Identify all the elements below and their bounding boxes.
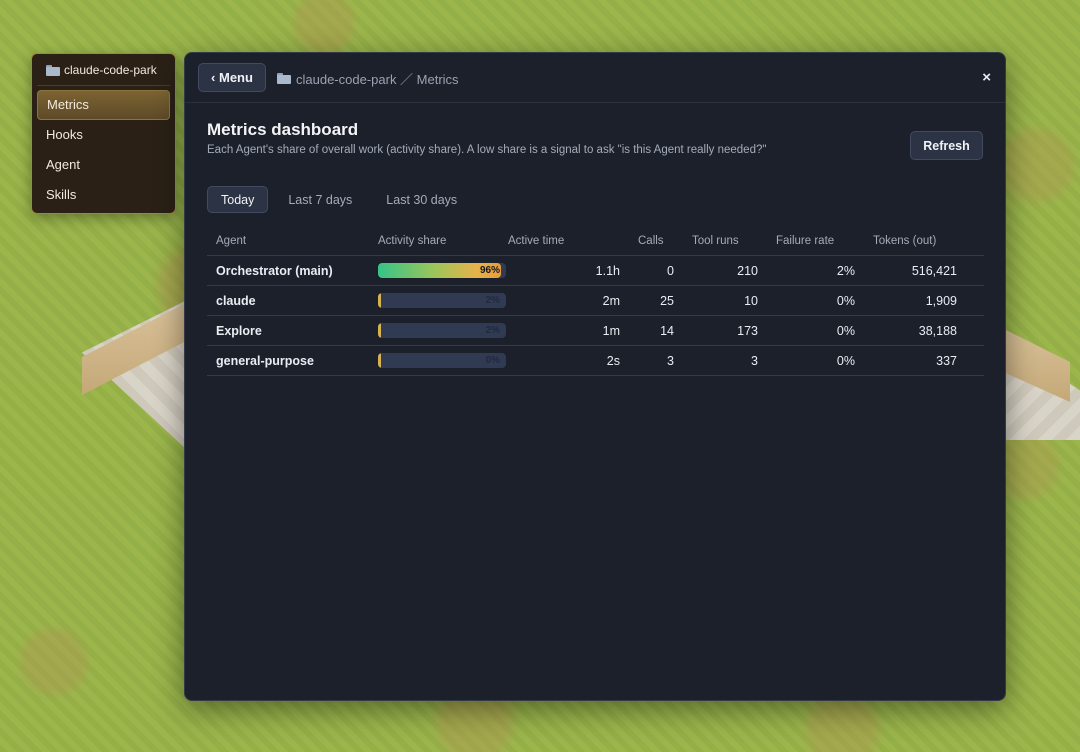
activity-share-fill — [378, 293, 381, 308]
activity-share-bar: 0% — [378, 353, 506, 368]
activity-share-cell: 2% — [369, 293, 506, 308]
activity-share-label: 0% — [485, 355, 500, 366]
activity-share-bar: 2% — [378, 323, 506, 338]
column-header-tokens-out[interactable]: Tokens (out) — [864, 235, 966, 247]
active-time: 1m — [602, 323, 620, 338]
metrics-panel: ‹ Menu claude-code-park ／ Metrics × Metr… — [184, 52, 1006, 701]
column-header-calls[interactable]: Calls — [629, 235, 683, 247]
close-icon[interactable]: × — [982, 69, 991, 87]
metrics-table: Agent Activity share Active time Calls T… — [207, 226, 984, 376]
failure-rate: 2% — [836, 263, 855, 278]
activity-share-label: 96% — [479, 265, 500, 276]
tab-last-7-days[interactable]: Last 7 days — [274, 186, 366, 213]
column-header-activity-share[interactable]: Activity share — [369, 235, 499, 247]
active-time: 1.1h — [595, 263, 620, 278]
folder-icon — [277, 73, 291, 84]
tool-runs: 210 — [737, 263, 758, 278]
tokens-out: 516,421 — [911, 263, 957, 278]
tab-today[interactable]: Today — [207, 186, 269, 213]
page-subtitle: Each Agent's share of overall work (acti… — [207, 144, 767, 156]
tool-runs: 10 — [744, 293, 758, 308]
agent-name: general-purpose — [216, 353, 314, 368]
project-name: claude-code-park — [64, 63, 157, 77]
agent-name: Explore — [216, 323, 262, 338]
column-header-active-time[interactable]: Active time — [499, 235, 629, 247]
breadcrumb: claude-code-park ／ Metrics — [277, 69, 459, 88]
side-menu-header: claude-code-park — [37, 59, 170, 86]
tool-runs: 3 — [751, 353, 758, 368]
activity-share-fill — [378, 323, 381, 338]
tab-last-30-days[interactable]: Last 30 days — [372, 186, 471, 213]
tokens-out: 337 — [936, 353, 957, 368]
tokens-out: 1,909 — [925, 293, 957, 308]
activity-share-cell: 0% — [369, 353, 506, 368]
table-row[interactable]: Explore 2% 1m 14 173 0% 38,188 — [207, 316, 984, 346]
menu-button[interactable]: ‹ Menu — [198, 63, 266, 92]
column-header-tool-runs[interactable]: Tool runs — [683, 235, 767, 247]
activity-share-fill — [378, 353, 381, 368]
activity-share-label: 2% — [485, 325, 500, 336]
table-row[interactable]: general-purpose 0% 2s 3 3 0% 337 — [207, 346, 984, 376]
breadcrumb-text: claude-code-park ／ Metrics — [296, 72, 459, 87]
calls: 0 — [667, 263, 674, 278]
calls: 14 — [660, 323, 674, 338]
calls: 25 — [660, 293, 674, 308]
agent-name: claude — [216, 293, 256, 308]
tool-runs: 173 — [737, 323, 758, 338]
activity-share-cell: 96% — [369, 263, 506, 278]
side-menu-item-metrics[interactable]: Metrics — [37, 90, 170, 120]
failure-rate: 0% — [836, 293, 855, 308]
agent-name: Orchestrator (main) — [216, 263, 333, 278]
activity-share-bar: 2% — [378, 293, 506, 308]
activity-share-label: 2% — [485, 295, 500, 306]
calls: 3 — [667, 353, 674, 368]
table-header: Agent Activity share Active time Calls T… — [207, 226, 984, 256]
side-menu-item-agent[interactable]: Agent — [37, 150, 170, 180]
table-row[interactable]: claude 2% 2m 25 10 0% 1,909 — [207, 286, 984, 316]
panel-topbar: ‹ Menu claude-code-park ／ Metrics × — [185, 53, 1005, 103]
tokens-out: 38,188 — [918, 323, 957, 338]
column-header-failure-rate[interactable]: Failure rate — [767, 235, 864, 247]
failure-rate: 0% — [836, 323, 855, 338]
active-time: 2m — [602, 293, 620, 308]
table-row[interactable]: Orchestrator (main) 96% 1.1h 0 210 2% 51… — [207, 256, 984, 286]
refresh-button[interactable]: Refresh — [910, 131, 983, 160]
activity-share-cell: 2% — [369, 323, 506, 338]
folder-icon — [46, 64, 60, 76]
activity-share-bar: 96% — [378, 263, 506, 278]
period-tabs: Today Last 7 days Last 30 days — [207, 186, 471, 213]
failure-rate: 0% — [836, 353, 855, 368]
side-menu-item-skills[interactable]: Skills — [37, 180, 170, 210]
active-time: 2s — [606, 353, 620, 368]
side-menu-item-hooks[interactable]: Hooks — [37, 120, 170, 150]
side-menu: claude-code-park Metrics Hooks Agent Ski… — [31, 53, 176, 214]
column-header-agent[interactable]: Agent — [207, 235, 369, 247]
page-title: Metrics dashboard — [207, 120, 359, 139]
